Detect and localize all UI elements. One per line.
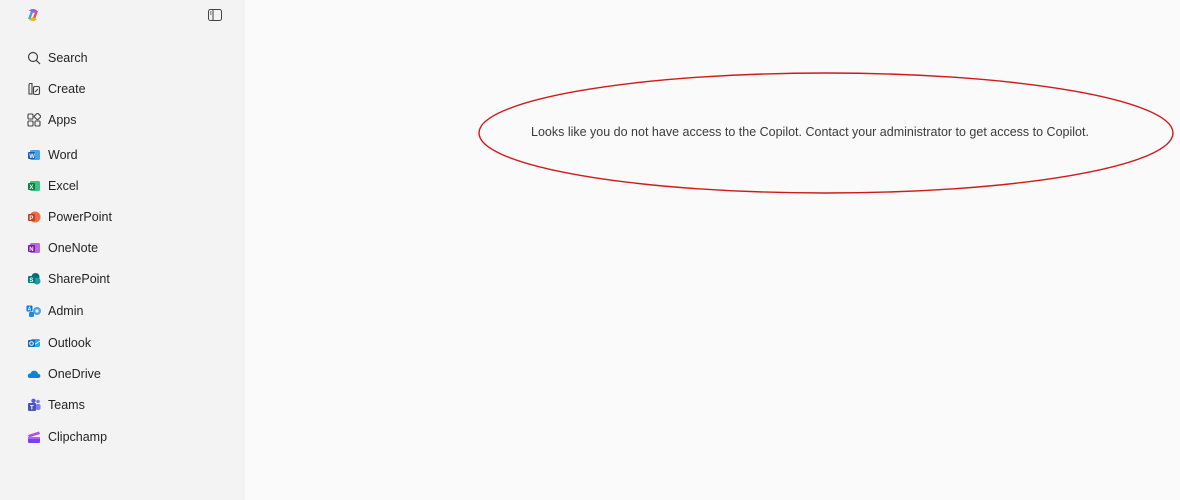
sidebar-item-label: SharePoint (48, 272, 110, 286)
admin-icon: A (26, 303, 42, 319)
sidebar-item-label: Clipchamp (48, 430, 108, 444)
excel-icon: X (26, 178, 42, 194)
sharepoint-icon: S (26, 271, 42, 287)
copilot-logo-icon[interactable] (25, 7, 41, 23)
svg-text:S: S (29, 278, 33, 284)
sidebar-item-onedrive[interactable]: OneDrive (0, 362, 245, 386)
sidebar-item-powerpoint[interactable]: P PowerPoint (0, 205, 245, 229)
sidebar-item-label: PowerPoint (48, 210, 112, 224)
sidebar-item-label: Search (48, 51, 88, 65)
svg-text:N: N (29, 247, 33, 253)
sidebar-item-label: Outlook (48, 336, 92, 350)
outlook-icon (26, 335, 42, 351)
sidebar-item-excel[interactable]: X Excel (0, 174, 245, 198)
teams-icon: T (26, 397, 42, 413)
svg-text:P: P (29, 216, 33, 222)
sidebar-item-onenote[interactable]: N OneNote (0, 236, 245, 260)
sidebar-item-create[interactable]: Create (0, 77, 245, 101)
word-icon: W (26, 147, 42, 163)
sidebar-item-label: Create (48, 82, 86, 96)
svg-text:T: T (30, 406, 34, 412)
access-denied-message: Looks like you do not have access to the… (531, 125, 1089, 139)
clipchamp-icon (26, 429, 42, 445)
collapse-sidebar-button[interactable] (207, 8, 223, 22)
main-content: Looks like you do not have access to the… (245, 0, 1180, 500)
sidebar-item-outlook[interactable]: Outlook (0, 331, 245, 355)
sidebar-item-apps[interactable]: Apps (0, 108, 245, 132)
sidebar-item-teams[interactable]: T Teams (0, 393, 245, 417)
sidebar-item-sharepoint[interactable]: S SharePoint (0, 267, 245, 291)
sidebar-item-label: OneDrive (48, 367, 101, 381)
sidebar-item-label: Admin (48, 304, 84, 318)
onedrive-icon (26, 366, 42, 382)
svg-text:W: W (29, 154, 35, 160)
powerpoint-icon: P (26, 209, 42, 225)
sidebar-item-word[interactable]: W Word (0, 143, 245, 167)
sidebar-item-label: Apps (48, 113, 77, 127)
sidebar-item-label: Word (48, 148, 78, 162)
sidebar: Search Create Apps W Word X Excel P Powe… (0, 0, 245, 500)
svg-text:X: X (29, 185, 33, 191)
apps-icon (26, 112, 42, 128)
sidebar-item-search[interactable]: Search (0, 46, 245, 70)
sidebar-toggle-icon (208, 9, 222, 21)
sidebar-item-label: Excel (48, 179, 79, 193)
onenote-icon: N (26, 240, 42, 256)
sidebar-item-clipchamp[interactable]: Clipchamp (0, 425, 245, 449)
sidebar-item-label: OneNote (48, 241, 99, 255)
svg-text:A: A (28, 307, 32, 313)
search-icon (26, 50, 42, 66)
sidebar-item-admin[interactable]: A Admin (0, 299, 245, 323)
sidebar-item-label: Teams (48, 398, 85, 412)
create-icon (26, 81, 42, 97)
